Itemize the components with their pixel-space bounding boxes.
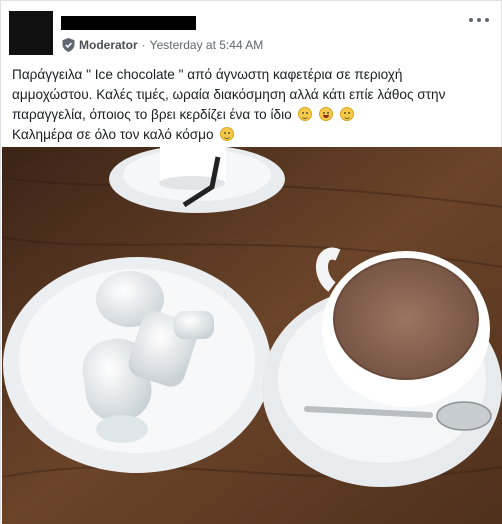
saucer-with-ice [3,257,271,473]
post-timestamp[interactable]: Yesterday at 5:44 AM [150,38,264,52]
post-header: Moderator · Yesterday at 5:44 AM [1,1,501,61]
post-meta: Moderator · Yesterday at 5:44 AM [62,36,263,54]
background-cup [109,147,285,213]
facebook-post: Moderator · Yesterday at 5:44 AM Παράγγε… [0,0,502,524]
post-text-line-4-wrap: Καλημέρα σε όλο τον καλό κόσμο [12,125,494,145]
photo-ice-chocolate [2,147,502,524]
author-name-redacted[interactable] [61,16,196,30]
post-text-line-1: Παράγγειλα " Ice chocolate " από άγνωστη… [12,67,403,82]
grinning-face-big-eyes-icon [319,107,334,121]
post-text-line-4: Καλημέρα σε όλο τον καλό κόσμο [12,127,214,142]
moderator-badge[interactable]: Moderator [79,38,138,52]
post-text: Παράγγειλα " Ice chocolate " από άγνωστη… [12,65,494,145]
more-options-icon[interactable] [469,15,489,25]
grinning-face-icon [298,107,313,121]
meta-separator: · [141,38,146,52]
post-text-line-3: παραγγελία, όποιος το βρει κερδίζει ένα … [12,107,292,122]
smiling-face-icon [340,107,355,121]
winking-face-icon [220,127,235,141]
post-photo[interactable] [2,147,502,524]
author-avatar[interactable] [9,11,53,55]
shield-icon [62,38,75,52]
post-text-line-2: αμμοχώστου. Καλές τιμές, ωραία διακόσμησ… [12,87,446,102]
post-text-line-3-wrap: παραγγελία, όποιος το βρει κερδίζει ένα … [12,105,494,125]
